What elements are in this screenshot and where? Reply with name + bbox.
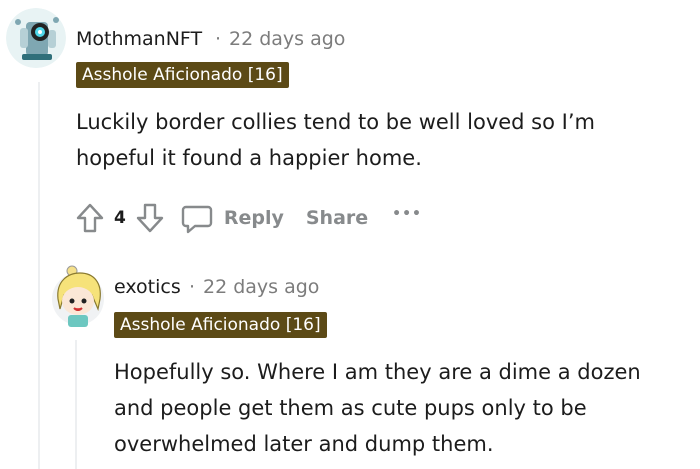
avatar[interactable] xyxy=(6,8,66,68)
comment-body-line: overwhelmed later and dump them. xyxy=(114,432,494,456)
reply-button[interactable]: Reply xyxy=(180,201,284,235)
thread-line-outer[interactable] xyxy=(38,82,40,469)
comment-body-line: Hopefully so. Where I am they are a dime… xyxy=(114,360,641,384)
timestamp[interactable]: 22 days ago xyxy=(203,276,319,298)
downvote-icon[interactable] xyxy=(132,200,168,236)
user-flair: Asshole Aficionado [16] xyxy=(76,62,289,88)
meta-separator: · xyxy=(189,276,196,298)
avatar[interactable] xyxy=(50,265,106,329)
username[interactable]: MothmanNFT xyxy=(76,28,202,50)
thread-line-inner[interactable] xyxy=(75,340,77,469)
meta-separator: · xyxy=(215,28,222,50)
share-button[interactable]: Share xyxy=(306,207,368,229)
upvote-icon[interactable] xyxy=(72,200,108,236)
comment-body-line: hopeful it found a happier home. xyxy=(76,146,422,170)
comment-bubble-icon xyxy=(180,201,214,235)
more-options-icon[interactable]: ••• xyxy=(392,206,422,222)
comment-body: Luckily border collies tend to be well l… xyxy=(76,104,595,176)
comment-body: Hopefully so. Where I am they are a dime… xyxy=(114,354,641,462)
timestamp[interactable]: 22 days ago xyxy=(229,28,345,50)
username[interactable]: exotics xyxy=(114,276,181,298)
reply-label: Reply xyxy=(223,207,284,229)
vote-score: 4 xyxy=(114,208,126,228)
comment-body-line: and people get them as cute pups only to… xyxy=(114,396,587,420)
user-flair: Asshole Aficionado [16] xyxy=(114,312,327,338)
comment-actions: 4 Reply Share ••• xyxy=(72,198,422,238)
comment-body-line: Luckily border collies tend to be well l… xyxy=(76,110,595,134)
